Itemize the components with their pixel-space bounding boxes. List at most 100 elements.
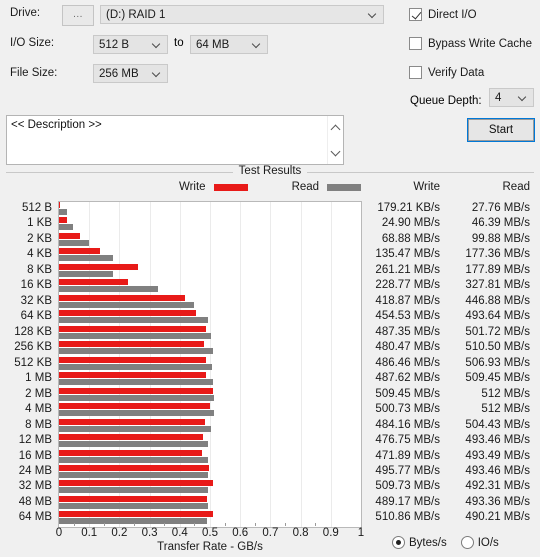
disk-benchmark-window: Drive: ... (D:) RAID 1 I/O Size: 512 B t…	[0, 0, 540, 557]
bar-read	[59, 425, 212, 432]
write-value: 484.16 MB/s	[375, 418, 440, 431]
read-value: 446.88 MB/s	[465, 294, 530, 307]
bypass-write-cache-checkbox[interactable]: Bypass Write Cache	[409, 37, 532, 50]
x-axis-tick-label: 0.6	[232, 527, 249, 539]
x-axis-tick-label: 0	[55, 527, 63, 539]
start-button[interactable]: Start	[468, 119, 534, 141]
write-value: 454.53 MB/s	[375, 310, 440, 323]
checkbox-icon	[409, 8, 422, 21]
y-axis-tick-label: 32 KB	[20, 294, 52, 307]
queue-depth-value: 4	[495, 91, 502, 104]
chart-row: 8 MB 484.16 MB/s 504.43 MB/s	[6, 418, 540, 433]
radio-icon	[392, 536, 405, 549]
y-axis-tick-label: 12 MB	[18, 434, 52, 447]
bar-read	[59, 255, 113, 262]
read-value: 493.46 MB/s	[465, 434, 530, 447]
bar-write	[59, 294, 186, 301]
io-size-to-select[interactable]: 64 MB	[190, 35, 268, 54]
bar-group	[59, 248, 361, 262]
results-title: Test Results	[6, 165, 534, 177]
bar-group	[59, 279, 361, 293]
browse-button[interactable]: ...	[62, 5, 94, 26]
bar-write	[59, 356, 206, 363]
y-axis-tick-label: 8 KB	[27, 263, 52, 276]
io-size-row: I/O Size:	[10, 37, 54, 49]
read-value: 493.49 MB/s	[465, 449, 530, 462]
bar-group	[59, 434, 361, 448]
description-scrollbar[interactable]	[327, 116, 343, 164]
scroll-down-icon[interactable]	[328, 144, 344, 160]
write-value: 471.89 MB/s	[375, 449, 440, 462]
bar-read	[59, 394, 214, 401]
y-axis-tick-label: 4 MB	[25, 403, 52, 416]
bar-group	[59, 387, 361, 402]
io-size-to-label: to	[174, 37, 184, 49]
bar-write	[59, 464, 209, 471]
bar-group	[59, 310, 361, 324]
bar-read	[59, 270, 113, 277]
description-textarea[interactable]: << Description >>	[6, 115, 344, 165]
y-axis-tick-label: 1 MB	[25, 372, 52, 385]
write-value: 179.21 KB/s	[377, 202, 440, 214]
legend-write-label: Write	[178, 181, 206, 193]
bar-write	[59, 202, 60, 208]
io-size-from-value: 512 B	[99, 38, 130, 51]
verify-data-label: Verify Data	[428, 66, 485, 79]
read-value: 493.36 MB/s	[465, 495, 530, 508]
read-value: 99.88 MB/s	[471, 232, 530, 245]
legend-read-label: Read	[291, 181, 320, 193]
bar-read	[59, 502, 208, 509]
direct-io-checkbox[interactable]: Direct I/O	[409, 8, 477, 21]
y-axis-tick-label: 256 KB	[14, 341, 52, 354]
read-value: 46.39 MB/s	[471, 217, 530, 230]
file-size-row: File Size:	[10, 67, 57, 79]
bar-read	[59, 286, 158, 293]
chart-row: 1 KB 24.90 MB/s 46.39 MB/s	[6, 216, 540, 231]
chart-row: 4 KB 135.47 MB/s 177.36 MB/s	[6, 247, 540, 262]
chart-row: 2 KB 68.88 MB/s 99.88 MB/s	[6, 232, 540, 247]
io-size-from-select[interactable]: 512 B	[93, 35, 168, 54]
bar-group	[59, 341, 361, 355]
x-axis-tick-label: 1	[357, 527, 365, 539]
x-axis-minor-tick	[103, 523, 105, 526]
bar-group	[59, 403, 361, 417]
drive-select[interactable]: (D:) RAID 1	[100, 5, 384, 24]
bar-write	[59, 434, 203, 441]
chart-row: 48 MB 489.17 MB/s 493.36 MB/s	[6, 495, 540, 510]
queue-depth-label: Queue Depth:	[410, 95, 482, 107]
read-value: 177.36 MB/s	[465, 248, 530, 261]
bar-write	[59, 372, 207, 379]
read-value: 492.31 MB/s	[465, 480, 530, 493]
scroll-up-icon[interactable]	[328, 120, 344, 136]
queue-depth-select[interactable]: 4	[489, 88, 534, 107]
read-value: 27.76 MB/s	[471, 202, 530, 214]
bar-read	[59, 410, 214, 417]
bar-group	[59, 495, 361, 510]
read-value: 504.43 MB/s	[465, 418, 530, 431]
bar-read	[59, 471, 209, 478]
chart-row: 4 MB 500.73 MB/s 512 MB/s	[6, 402, 540, 417]
x-axis-tick-label: 0.5	[202, 527, 218, 539]
checkbox-icon	[409, 37, 422, 50]
drive-value: (D:) RAID 1	[106, 8, 166, 21]
bar-read	[59, 379, 213, 386]
write-value: 509.45 MB/s	[375, 387, 440, 400]
bar-group	[59, 325, 361, 340]
write-value: 228.77 MB/s	[375, 279, 440, 292]
y-axis-tick-label: 48 MB	[18, 495, 52, 508]
bar-write	[59, 263, 138, 270]
file-size-select[interactable]: 256 MB	[93, 64, 168, 83]
chart-x-axis: 0 0.1 0.2 0.3 0.4 0.5 0.6 0.7 0.8 0.9 1	[55, 523, 365, 541]
x-axis-tick-label: 0.2	[111, 527, 128, 539]
chart-row: 1 MB 487.62 MB/s 509.45 MB/s	[6, 371, 540, 386]
write-value: 486.46 MB/s	[375, 356, 440, 369]
read-value: 490.21 MB/s	[465, 511, 530, 524]
x-axis-minor-tick	[224, 523, 226, 526]
verify-data-checkbox[interactable]: Verify Data	[409, 66, 484, 79]
chart-row: 32 MB 509.73 MB/s 492.31 MB/s	[6, 479, 540, 494]
radio-io-per-second[interactable]: IO/s	[460, 536, 499, 549]
x-axis-minor-tick	[134, 523, 135, 526]
write-value: 261.21 MB/s	[375, 263, 440, 276]
radio-bytes-per-second[interactable]: Bytes/s	[392, 536, 447, 549]
bar-read	[59, 363, 213, 370]
